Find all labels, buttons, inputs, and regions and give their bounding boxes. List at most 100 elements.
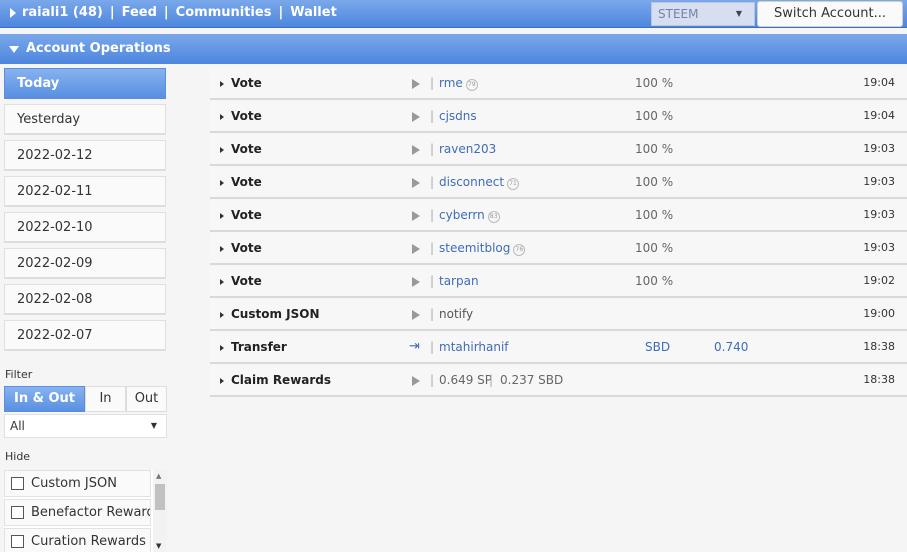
day-item[interactable]: 2022-02-07 (4, 320, 166, 351)
filter-in-out-button[interactable]: In & Out (4, 386, 85, 412)
filter-out-button[interactable]: Out (126, 386, 167, 412)
play-icon[interactable] (412, 310, 420, 320)
operation-type: Vote (231, 76, 262, 90)
operation-type: Vote (231, 274, 262, 288)
scroll-up-icon[interactable]: ▲ (156, 472, 161, 480)
operation-time: 19:03 (863, 241, 895, 254)
caret-right-icon[interactable] (220, 81, 224, 87)
checkbox[interactable] (11, 535, 24, 548)
operation-time: 19:00 (863, 307, 895, 320)
operation-type: Vote (231, 142, 262, 156)
hide-option-custom-json[interactable]: Custom JSON (4, 470, 151, 497)
day-today[interactable]: Today (4, 68, 166, 99)
operation-row[interactable]: Vote | cjsdns 100 % 19:04 (210, 101, 907, 133)
caret-right-icon[interactable] (220, 147, 224, 153)
play-icon[interactable] (412, 145, 420, 155)
day-item[interactable]: 2022-02-10 (4, 212, 166, 243)
voter-link[interactable]: cjsdns (439, 109, 477, 123)
operation-type: Transfer (231, 340, 287, 354)
caret-right-icon[interactable] (220, 114, 224, 120)
vote-weight: 100 % (635, 208, 674, 222)
custom-json-id: notify (439, 307, 474, 321)
operation-row[interactable]: Vote | cyberrn 83 100 % 19:03 (210, 200, 907, 232)
hide-list-scrollbar[interactable]: ▲ ▼ (153, 470, 167, 552)
operation-row[interactable]: Claim Rewards | 0.649 SP | 0.237 SBD 18:… (210, 365, 907, 397)
scroll-down-icon[interactable]: ▼ (156, 542, 161, 550)
reputation-badge: 76 (513, 244, 526, 256)
voter-link[interactable]: steemitblog 76 (439, 241, 526, 256)
account-link[interactable]: raiali1 (48) (22, 5, 103, 20)
operation-row[interactable]: Transfer ⇥ | mtahirhanif SBD 0.740 18:38 (210, 332, 907, 364)
checkbox[interactable] (11, 477, 24, 490)
currency-select[interactable]: STEEM ▼ (651, 2, 755, 26)
chevron-down-icon: ▼ (150, 421, 157, 430)
checkbox[interactable] (11, 506, 24, 519)
sender-link[interactable]: mtahirhanif (439, 340, 509, 354)
operation-row[interactable]: Vote | steemitblog 76 100 % 19:03 (210, 233, 907, 265)
day-item[interactable]: 2022-02-11 (4, 176, 166, 207)
section-title: Account Operations (26, 41, 171, 56)
play-icon[interactable] (412, 244, 420, 254)
play-icon[interactable] (412, 112, 420, 122)
filter-in-button[interactable]: In (85, 386, 126, 412)
play-icon[interactable] (412, 376, 420, 386)
wallet-link[interactable]: Wallet (290, 5, 337, 20)
reward-sp: 0.649 SP (439, 373, 493, 387)
operation-type: Vote (231, 208, 262, 222)
transfer-currency: SBD (645, 340, 671, 354)
top-nav: raiali1 (48) | Feed | Communities | Wall… (10, 5, 337, 20)
operation-time: 19:02 (863, 274, 895, 287)
play-icon[interactable] (412, 79, 420, 89)
voter-link[interactable]: disconnect 71 (439, 175, 520, 190)
operation-time: 19:03 (863, 142, 895, 155)
voter-link[interactable]: cyberrn 83 (439, 208, 500, 223)
operation-row[interactable]: Vote | rme 79 100 % 19:04 (210, 68, 907, 100)
account-operations-header[interactable]: Account Operations (0, 34, 907, 64)
voter-link[interactable]: rme 79 (439, 76, 478, 91)
caret-right-icon[interactable] (220, 279, 224, 285)
switch-account-button[interactable]: Switch Account... (757, 1, 903, 27)
caret-right-icon[interactable] (220, 312, 224, 318)
feed-link[interactable]: Feed (122, 5, 157, 20)
day-item[interactable]: 2022-02-08 (4, 284, 166, 315)
day-item[interactable]: 2022-02-09 (4, 248, 166, 279)
app-root: raiali1 (48) | Feed | Communities | Wall… (0, 0, 907, 552)
vote-weight: 100 % (635, 76, 674, 90)
reward-sbd: 0.237 SBD (500, 373, 564, 387)
play-icon[interactable] (412, 178, 420, 188)
filter-type-select[interactable]: All ▼ (4, 414, 167, 438)
hide-option-curation-rewards[interactable]: Curation Rewards (4, 528, 151, 552)
day-yesterday[interactable]: Yesterday (4, 104, 166, 135)
operation-row[interactable]: Vote | tarpan 100 % 19:02 (210, 266, 907, 298)
vote-weight: 100 % (635, 175, 674, 189)
caret-right-icon[interactable] (220, 345, 224, 351)
operation-row[interactable]: Vote | disconnect 71 100 % 19:03 (210, 167, 907, 199)
operation-row[interactable]: Custom JSON | notify 19:00 (210, 299, 907, 331)
filter-type-value: All (10, 419, 25, 433)
caret-right-icon[interactable] (220, 213, 224, 219)
operation-type: Vote (231, 175, 262, 189)
top-bar: raiali1 (48) | Feed | Communities | Wall… (0, 0, 907, 28)
operation-time: 18:38 (863, 340, 895, 353)
play-icon[interactable] (412, 277, 420, 287)
operation-type: Custom JSON (231, 307, 320, 321)
operation-type: Vote (231, 109, 262, 123)
operation-time: 19:03 (863, 175, 895, 188)
caret-right-icon[interactable] (220, 180, 224, 186)
operation-time: 19:03 (863, 208, 895, 221)
scrollbar-thumb[interactable] (155, 484, 165, 510)
operation-row[interactable]: Vote | raven203 100 % 19:03 (210, 134, 907, 166)
caret-right-icon[interactable] (220, 378, 224, 384)
play-icon[interactable] (412, 211, 420, 221)
caret-right-icon (10, 7, 16, 18)
nav-separator: | (163, 5, 169, 20)
hide-option-label: Benefactor Rewards (31, 505, 151, 520)
caret-right-icon[interactable] (220, 246, 224, 252)
hide-option-benefactor-rewards[interactable]: Benefactor Rewards (4, 499, 151, 526)
hide-list: Custom JSON Benefactor Rewards Curation … (4, 470, 167, 552)
day-item[interactable]: 2022-02-12 (4, 140, 166, 171)
communities-link[interactable]: Communities (176, 5, 272, 20)
operation-time: 18:38 (863, 373, 895, 386)
voter-link[interactable]: raven203 (439, 142, 496, 156)
voter-link[interactable]: tarpan (439, 274, 479, 288)
